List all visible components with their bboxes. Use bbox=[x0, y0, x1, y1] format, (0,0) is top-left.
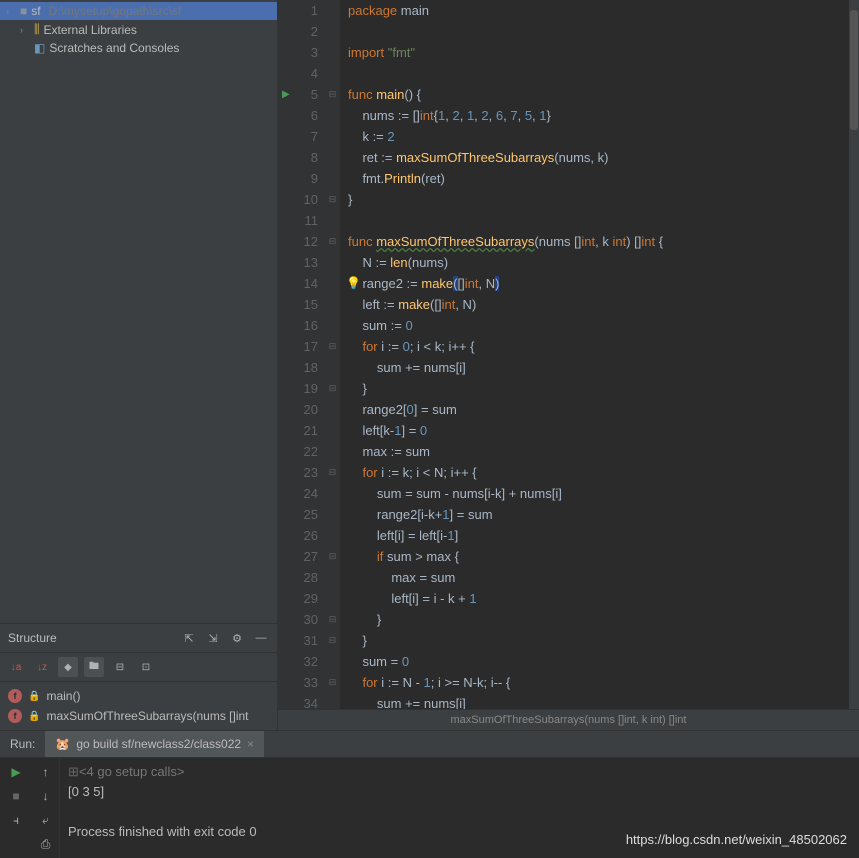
libs-label: External Libraries bbox=[44, 23, 137, 37]
project-path: D:\mysetup\gopath\src\sf bbox=[49, 4, 182, 18]
fold-column[interactable]: ⊟⊟⊟⊟⊟⊟⊟⊟⊟⊟ bbox=[326, 0, 340, 709]
function-icon: f bbox=[8, 709, 22, 723]
run-output[interactable]: ⊞<4 go setup calls> [0 3 5] Process fini… bbox=[60, 758, 859, 858]
code-editor[interactable]: 12345▶6789101112131415161718192021222324… bbox=[278, 0, 859, 730]
project-sidebar: › ■ sf D:\mysetup\gopath\src\sf › ⫼ Exte… bbox=[0, 0, 278, 730]
layout-icon[interactable]: ⫞ bbox=[6, 810, 26, 830]
output-result: [0 3 5] bbox=[68, 782, 851, 802]
collapse-icon[interactable]: ⇲ bbox=[205, 630, 221, 646]
chevron-right-icon: › bbox=[20, 25, 30, 35]
down-icon[interactable]: ↓ bbox=[36, 786, 56, 806]
structure-func-maxsum[interactable]: f 🔒 maxSumOfThreeSubarrays(nums []int bbox=[0, 706, 277, 726]
code-content[interactable]: package mainimport "fmt"func main() { nu… bbox=[340, 0, 859, 709]
lock-icon: 🔒 bbox=[28, 691, 40, 702]
scroll-thumb[interactable] bbox=[850, 10, 858, 130]
breadcrumb[interactable]: maxSumOfThreeSubarrays(nums []int, k int… bbox=[278, 709, 859, 730]
sort-alpha-icon[interactable]: ↓a bbox=[6, 657, 26, 677]
run-tab[interactable]: 🐹 go build sf/newclass2/class022 × bbox=[45, 731, 264, 757]
project-name: sf bbox=[31, 4, 40, 18]
library-icon: ⫼ bbox=[34, 22, 40, 37]
run-label: Run: bbox=[0, 731, 45, 757]
minimize-icon[interactable]: — bbox=[253, 630, 269, 646]
line-gutter[interactable]: 12345▶6789101112131415161718192021222324… bbox=[278, 0, 326, 709]
structure-title: Structure bbox=[8, 631, 181, 645]
folder-icon[interactable]: 🖿 bbox=[84, 657, 104, 677]
folder-icon: ■ bbox=[20, 4, 27, 18]
sort-visibility-icon[interactable]: ↓z bbox=[32, 657, 52, 677]
rerun-icon[interactable]: ▶ bbox=[6, 762, 26, 782]
autoscroll-icon[interactable]: ⊟ bbox=[110, 657, 130, 677]
wrap-icon[interactable]: ⤶ bbox=[36, 810, 56, 830]
project-tree: › ■ sf D:\mysetup\gopath\src\sf › ⫼ Exte… bbox=[0, 0, 277, 59]
run-panel: Run: 🐹 go build sf/newclass2/class022 × … bbox=[0, 730, 859, 858]
vertical-scrollbar[interactable] bbox=[849, 0, 859, 709]
expand-icon[interactable]: ⇱ bbox=[181, 630, 197, 646]
function-icon: f bbox=[8, 689, 22, 703]
watermark: https://blog.csdn.net/weixin_48502062 bbox=[626, 830, 847, 850]
scratch-label: Scratches and Consoles bbox=[49, 41, 179, 55]
close-icon[interactable]: × bbox=[247, 737, 254, 751]
autoscroll2-icon[interactable]: ⊡ bbox=[136, 657, 156, 677]
project-root[interactable]: › ■ sf D:\mysetup\gopath\src\sf bbox=[0, 2, 277, 20]
structure-panel: Structure ⇱ ⇲ ⚙ — ↓a ↓z ◆ 🖿 ⊟ ⊡ f 🔒 bbox=[0, 623, 277, 730]
lock-icon: 🔒 bbox=[28, 711, 40, 722]
print-icon[interactable]: ⎙ bbox=[36, 834, 56, 854]
filter-icon[interactable]: ◆ bbox=[58, 657, 78, 677]
structure-func-main[interactable]: f 🔒 main() bbox=[0, 686, 277, 706]
up-icon[interactable]: ↑ bbox=[36, 762, 56, 782]
stop-icon[interactable]: ■ bbox=[6, 786, 26, 806]
scratches[interactable]: ◧ Scratches and Consoles bbox=[0, 39, 277, 57]
fold-icon[interactable]: ⊞ bbox=[68, 764, 79, 779]
chevron-right-icon: › bbox=[6, 6, 16, 16]
gear-icon[interactable]: ⚙ bbox=[229, 630, 245, 646]
scratch-icon: ◧ bbox=[34, 41, 45, 55]
external-libraries[interactable]: › ⫼ External Libraries bbox=[0, 20, 277, 39]
go-icon: 🐹 bbox=[55, 737, 70, 751]
